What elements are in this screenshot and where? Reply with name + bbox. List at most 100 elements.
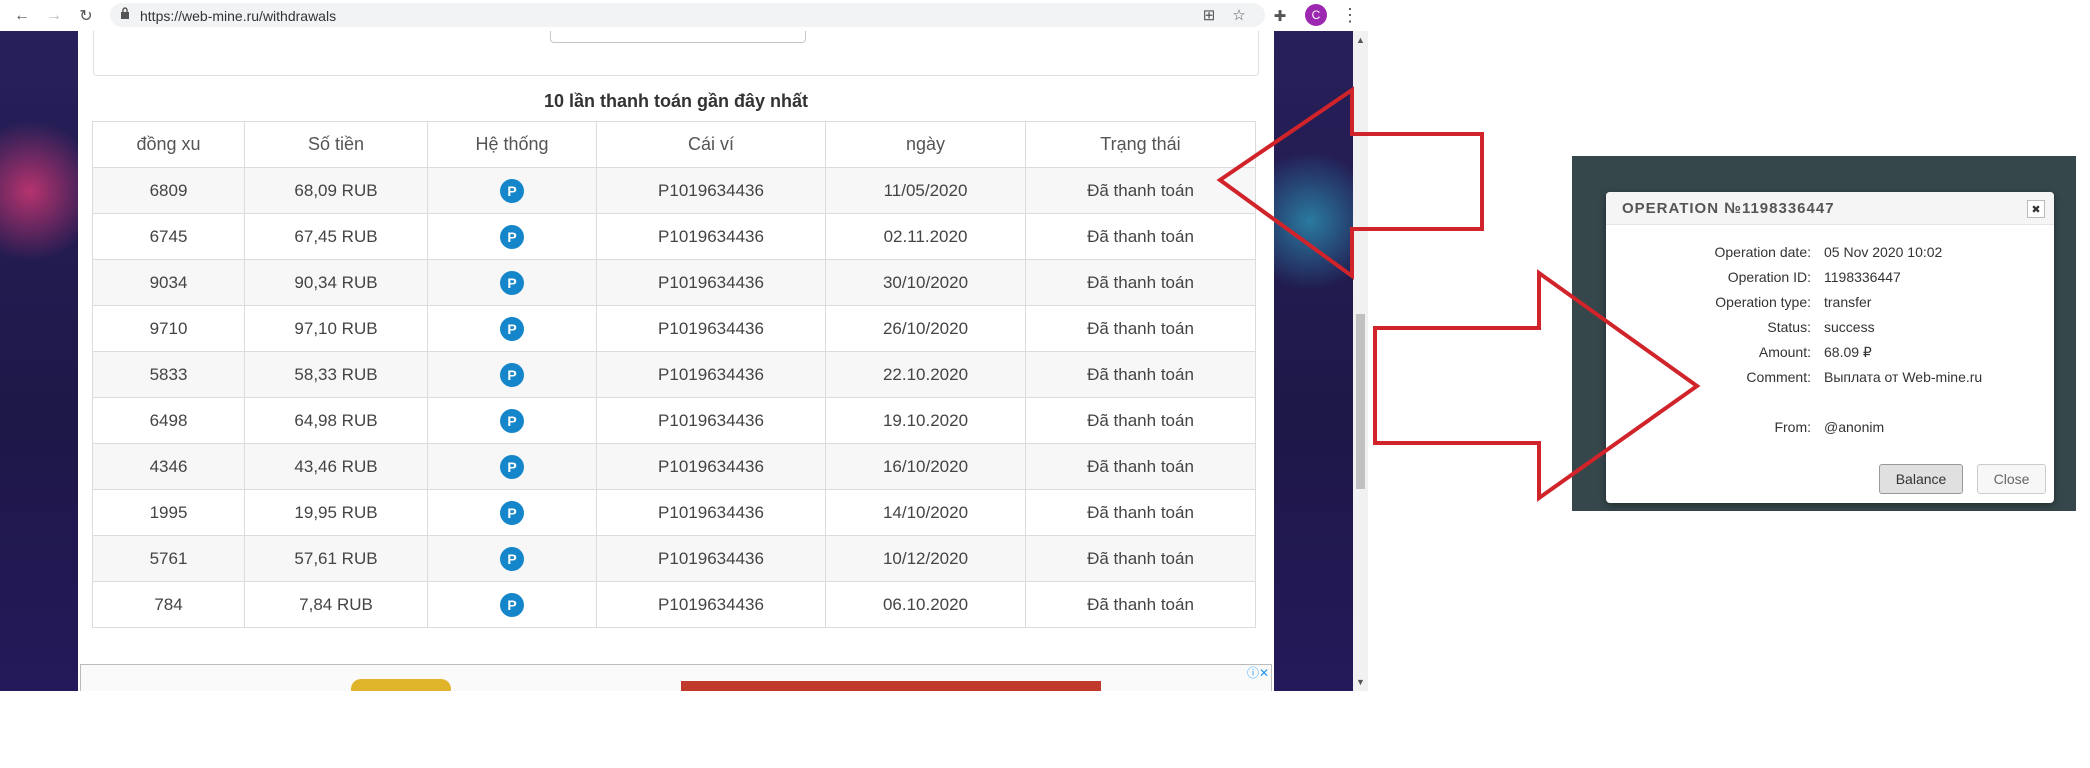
page-scrollbar[interactable]: ▲ ▼ xyxy=(1353,31,1368,691)
coins-cell: 6745 xyxy=(92,213,245,260)
detail-value: Выплата от Web-mine.ru xyxy=(1824,369,1983,385)
amount-cell: 97,10 RUB xyxy=(244,305,428,352)
scroll-up-icon[interactable]: ▲ xyxy=(1356,35,1365,45)
back-arrow-icon[interactable]: ← xyxy=(12,6,32,26)
date-cell: 10/12/2020 xyxy=(825,535,1026,582)
wallet-cell: P1019634436 xyxy=(596,305,826,352)
table-title: 10 lần thanh toán gần đây nhất xyxy=(543,91,809,111)
lock-icon xyxy=(121,7,129,19)
table-row: 4346 43,46 RUB P P1019634436 16/10/2020 Đã th… xyxy=(92,443,1256,490)
amount-cell: 90,34 RUB xyxy=(244,259,428,306)
ad-choices-icon[interactable]: ⓘ✕ xyxy=(1247,665,1269,681)
column-header: Cái ví xyxy=(596,121,826,168)
modal-backdrop: OPERATION №1198336447 ✖ Operation date: … xyxy=(1572,156,2076,511)
system-cell: P xyxy=(427,489,597,536)
star-icon[interactable]: ☆ xyxy=(1230,6,1248,24)
coins-cell: 5833 xyxy=(92,351,245,398)
wallet-cell: P1019634436 xyxy=(596,489,826,536)
column-header: ngày xyxy=(825,121,1026,168)
date-cell: 22.10.2020 xyxy=(825,351,1026,398)
translate-icon[interactable]: ⊞ xyxy=(1200,6,1218,24)
status-cell: Đã thanh toán xyxy=(1025,213,1256,260)
wallet-cell: P1019634436 xyxy=(596,167,826,214)
amount-cell: 7,84 RUB xyxy=(244,581,428,628)
status-cell: Đã thanh toán xyxy=(1025,535,1256,582)
column-header: Trạng thái xyxy=(1025,121,1256,168)
wallet-cell: P1019634436 xyxy=(596,581,826,628)
detail-row-from: From: @anonim xyxy=(1606,419,2054,439)
address-bar[interactable]: https://web-mine.ru/withdrawals ⊞ ☆ xyxy=(110,3,1265,27)
detail-label: Amount: xyxy=(1758,344,1811,360)
operation-dialog: OPERATION №1198336447 ✖ Operation date: … xyxy=(1606,192,2054,503)
column-header: Số tiền xyxy=(244,121,428,168)
table-row: 5761 57,61 RUB P P1019634436 10/12/2020 Đã th… xyxy=(92,535,1256,582)
date-cell: 16/10/2020 xyxy=(825,443,1026,490)
status-cell: Đã thanh toán xyxy=(1025,489,1256,536)
status-cell: Đã thanh toán xyxy=(1025,305,1256,352)
date-cell: 30/10/2020 xyxy=(825,259,1026,306)
coins-cell: 9034 xyxy=(92,259,245,306)
payeer-icon: P xyxy=(500,500,524,525)
ad-image xyxy=(351,679,451,691)
profile-avatar[interactable]: C xyxy=(1305,4,1327,26)
table-row: 6809 68,09 RUB P P1019634436 11/05/2020 Đã th… xyxy=(92,167,1256,214)
wallet-cell: P1019634436 xyxy=(596,259,826,306)
payeer-icon: P xyxy=(500,270,524,295)
close-icon[interactable]: ✖ xyxy=(2027,200,2045,218)
detail-value: 05 Nov 2020 10:02 xyxy=(1824,244,1943,260)
browser-toolbar: ← → ↻ https://web-mine.ru/withdrawals ⊞ … xyxy=(0,0,1368,32)
payeer-icon: P xyxy=(500,592,524,617)
date-cell: 02.11.2020 xyxy=(825,213,1026,260)
detail-row: Operation date: 05 Nov 2020 10:02 xyxy=(1606,244,2054,264)
wallet-cell: P1019634436 xyxy=(596,443,826,490)
system-cell: P xyxy=(427,443,597,490)
detail-row: Amount: 68.09 ₽ xyxy=(1606,344,2054,364)
wallet-cell: P1019634436 xyxy=(596,535,826,582)
system-cell: P xyxy=(427,351,597,398)
detail-value: success xyxy=(1824,319,1875,335)
detail-value: transfer xyxy=(1824,294,1872,310)
reload-icon[interactable]: ↻ xyxy=(76,6,96,26)
system-cell: P xyxy=(427,305,597,352)
scroll-down-icon[interactable]: ▼ xyxy=(1356,677,1365,687)
table-row: 784 7,84 RUB P P1019634436 06.10.2020 Đã than… xyxy=(92,581,1256,628)
wallet-cell: P1019634436 xyxy=(596,397,826,444)
close-button[interactable]: Close xyxy=(1977,464,2046,494)
previous-section-button[interactable] xyxy=(550,31,806,43)
background-decoration xyxy=(0,111,90,271)
extensions-icon[interactable]: ✚ xyxy=(1270,6,1290,26)
payeer-icon: P xyxy=(500,224,524,249)
detail-label: Status: xyxy=(1767,319,1811,335)
advertisement-banner[interactable]: ⓘ✕ xyxy=(80,664,1272,691)
forward-arrow-icon[interactable]: → xyxy=(44,6,64,26)
detail-value: 1198336447 xyxy=(1824,269,1901,285)
coins-cell: 6809 xyxy=(92,167,245,214)
page-viewport: 10 lần thanh toán gần đây nhất đồng xu S… xyxy=(0,31,1353,691)
system-cell: P xyxy=(427,535,597,582)
amount-cell: 68,09 RUB xyxy=(244,167,428,214)
scroll-thumb[interactable] xyxy=(1356,314,1365,489)
table-row: 9710 97,10 RUB P P1019634436 26/10/2020 Đã th… xyxy=(92,305,1256,352)
detail-row: Operation ID: 1198336447 xyxy=(1606,269,2054,289)
balance-button[interactable]: Balance xyxy=(1879,464,1963,494)
date-cell: 26/10/2020 xyxy=(825,305,1026,352)
content-card: 10 lần thanh toán gần đây nhất đồng xu S… xyxy=(78,31,1274,691)
detail-row: Operation type: transfer xyxy=(1606,294,2054,314)
detail-value: 68.09 ₽ xyxy=(1824,344,1872,360)
coins-cell: 6498 xyxy=(92,397,245,444)
payeer-icon: P xyxy=(500,178,524,203)
amount-cell: 64,98 RUB xyxy=(244,397,428,444)
table-row: 6745 67,45 RUB P P1019634436 02.11.2020 Đã th… xyxy=(92,213,1256,260)
amount-cell: 57,61 RUB xyxy=(244,535,428,582)
coins-cell: 1995 xyxy=(92,489,245,536)
system-cell: P xyxy=(427,167,597,214)
payeer-icon: P xyxy=(500,362,524,387)
table-header-row: đồng xu Số tiền Hệ thống Cái ví ngày Trạ… xyxy=(92,121,1256,168)
detail-row: Status: success xyxy=(1606,319,2054,339)
wallet-cell: P1019634436 xyxy=(596,351,826,398)
detail-row: Comment: Выплата от Web-mine.ru xyxy=(1606,369,2054,389)
menu-kebab-icon[interactable]: ⋮ xyxy=(1341,5,1359,26)
detail-label: Operation ID: xyxy=(1727,269,1811,285)
coins-cell: 5761 xyxy=(92,535,245,582)
column-header: Hệ thống xyxy=(427,121,597,168)
